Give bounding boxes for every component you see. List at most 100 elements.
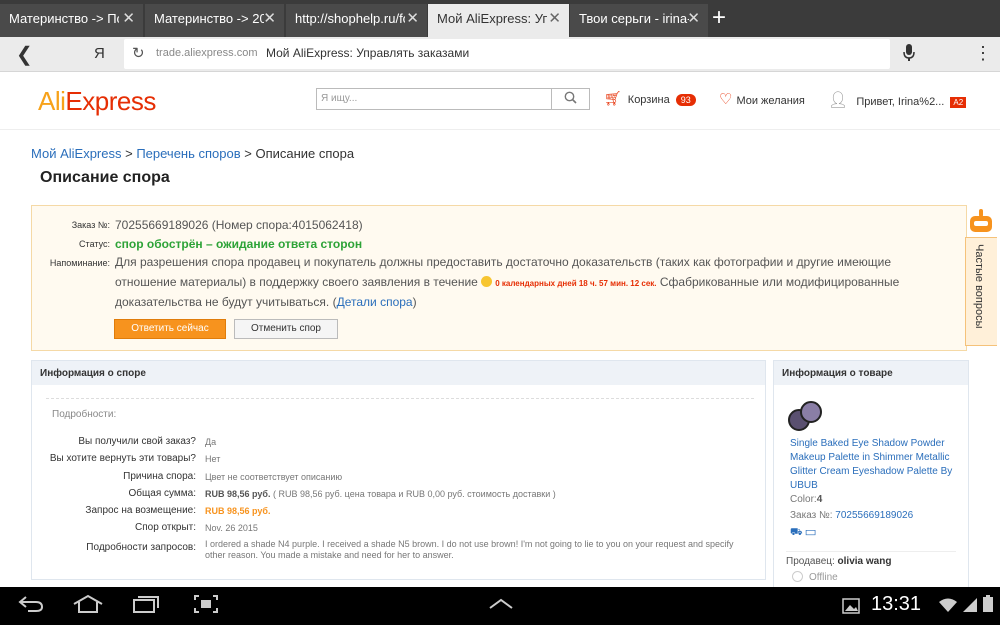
signal-icon [962, 596, 978, 619]
user-menu[interactable]: 👤︎ Привет, Irina%2... A2 [828, 90, 967, 110]
detail-key: Общая сумма: [128, 488, 196, 499]
microphone-icon[interactable] [903, 44, 915, 67]
android-nav-bar: 13:31 [0, 587, 1000, 625]
reminder-label: Напоминание: [49, 258, 110, 268]
address-bar: ❮ Я ↻ trade.aliexpress.com Мой AliExpres… [0, 37, 1000, 72]
tab-label: Материнство -> Поку [9, 11, 119, 26]
wishlist-label: Мои желания [736, 95, 805, 107]
faq-side-tab[interactable]: Частые вопросы [965, 237, 997, 346]
assistant-robot-icon[interactable] [966, 208, 996, 236]
browser-tab-bar: Материнство -> Поку ✕ Материнство -> 201… [0, 0, 1000, 37]
home-icon[interactable] [72, 594, 104, 620]
faq-label: Частые вопросы [973, 244, 985, 329]
cart-label: Корзина [627, 94, 670, 106]
dispute-summary-box: Заказ №: 70255669189026 (Номер спора:401… [31, 205, 967, 351]
countdown-timer: 0 календарных дней 18 ч. 57 мин. 12 сек. [481, 275, 657, 288]
search-button[interactable] [551, 88, 590, 110]
user-icon: 👤︎ [828, 92, 849, 109]
browser-tab[interactable]: http://shophelp.ru/for ✕ [286, 4, 427, 37]
seller-info: Продавец: olivia wang [786, 551, 956, 567]
product-info-panel: Информация о товаре Single Baked Eye Sha… [773, 360, 969, 590]
product-actions: ⛟ ▭ [790, 527, 816, 540]
close-icon[interactable]: ✕ [122, 4, 135, 34]
detail-value: RUB 98,56 руб. ( RUB 98,56 руб. цена тов… [205, 489, 556, 499]
detail-key: Подробности запросов: [86, 542, 196, 553]
user-badge: A2 [950, 97, 967, 108]
product-name-link[interactable]: Single Baked Eye Shadow Powder Makeup Pa… [790, 437, 962, 493]
back-arrow-icon[interactable]: ❮ [16, 42, 33, 67]
answer-now-button[interactable]: Ответить сейчас [114, 319, 226, 339]
total-breakdown: ( RUB 98,56 руб. цена товара и RUB 0,00 … [272, 489, 556, 499]
reminder-text-part: ) [412, 295, 417, 309]
order-number-link[interactable]: 70255669189026 [835, 510, 913, 521]
details-title: Подробности: [52, 409, 117, 420]
product-order: Заказ №: 70255669189026 [790, 510, 913, 521]
tab-label: Твои серьги - irina-2 [579, 11, 689, 26]
url-text: trade.aliexpress.com [156, 47, 258, 59]
breadcrumb-disputes-list[interactable]: Перечень споров [136, 146, 240, 161]
seller-name[interactable]: olivia wang [838, 556, 892, 567]
color-value: 4 [816, 494, 823, 505]
user-greeting: Привет, Irina%2... [856, 96, 945, 108]
dispute-info-heading: Информация о споре [32, 361, 765, 385]
receipt-icon[interactable]: ▭ [805, 527, 815, 538]
cart-link[interactable]: 🛒︎ Корзина 93 [604, 90, 696, 107]
menu-icon[interactable]: ⋮ [974, 43, 992, 64]
search-icon [564, 91, 577, 107]
close-icon[interactable]: ✕ [548, 4, 561, 34]
detail-key: Вы получили свой заказ? [78, 436, 196, 447]
breadcrumb: Мой AliExpress > Перечень споров > Описа… [31, 146, 354, 161]
new-tab-icon[interactable]: + [712, 3, 726, 33]
url-field[interactable]: ↻ trade.aliexpress.com Мой AliExpress: У… [124, 39, 890, 69]
browser-tab-active[interactable]: Мой AliExpress: Упра ✕ [428, 4, 569, 37]
close-icon[interactable]: ✕ [406, 4, 419, 34]
color-label: Color: [790, 494, 817, 505]
product-color: Color:4 [790, 494, 822, 505]
dispute-details-link[interactable]: Детали спора [337, 295, 413, 309]
detail-value: Нет [205, 454, 221, 464]
status-clock: 13:31 [871, 593, 922, 615]
yandex-logo[interactable]: Я [94, 45, 105, 62]
logo-part-express: Express [65, 86, 156, 116]
gallery-icon[interactable] [842, 597, 860, 620]
browser-tab[interactable]: Материнство -> 2014 ✕ [145, 4, 284, 37]
screenshot-icon[interactable] [193, 594, 219, 620]
recent-apps-icon[interactable] [132, 594, 160, 620]
search-input[interactable]: Я ищу... [316, 88, 552, 110]
total-amount: RUB 98,56 руб. [205, 489, 271, 499]
detail-key: Запрос на возмещение: [85, 505, 196, 516]
dispute-info-panel: Информация о споре Подробности: Вы получ… [31, 360, 766, 580]
chevron-up-icon[interactable] [488, 594, 514, 620]
seller-status: Offline [792, 571, 838, 583]
detail-value: Nov. 26 2015 [205, 523, 258, 533]
detail-key: Причина спора: [123, 471, 196, 482]
breadcrumb-current: Описание спора [255, 146, 355, 161]
wishlist-link[interactable]: ♡ Мои желания [719, 90, 805, 108]
back-icon[interactable] [18, 594, 44, 620]
detail-value: Да [205, 437, 217, 447]
url-page-title: Мой AliExpress: Управлять заказами [266, 46, 470, 60]
detail-value: Цвет не соответствует описанию [205, 472, 343, 482]
request-details: I ordered a shade N4 purple. I received … [205, 539, 734, 560]
seller-label: Продавец: [786, 556, 835, 567]
cart-icon: 🛒︎ [604, 90, 622, 106]
cancel-dispute-button[interactable]: Отменить спор [234, 319, 338, 339]
truck-icon[interactable]: ⛟ [790, 527, 803, 538]
product-thumbnail[interactable] [786, 399, 824, 433]
product-info-heading: Информация о товаре [774, 361, 968, 385]
breadcrumb-my-aliexpress[interactable]: Мой AliExpress [31, 146, 122, 161]
reload-icon[interactable]: ↻ [132, 44, 145, 62]
battery-icon [982, 595, 994, 619]
breadcrumb-separator: > [121, 146, 137, 161]
aliexpress-logo[interactable]: AliExpress [38, 86, 156, 117]
close-icon[interactable]: ✕ [263, 4, 276, 34]
clock-icon [481, 275, 493, 287]
browser-tab[interactable]: Твои серьги - irina-2 ✕ [570, 4, 708, 37]
logo-part-ali: Ali [38, 86, 66, 116]
order-value: 70255669189026 (Номер спора:4015062418) [115, 218, 363, 232]
status-dot-icon [792, 571, 803, 582]
close-icon[interactable]: ✕ [687, 4, 700, 34]
tab-label: Материнство -> 2014 [154, 11, 264, 26]
browser-tab[interactable]: Материнство -> Поку ✕ [0, 4, 143, 37]
status-value: спор обострён – ожидание ответа сторон [115, 237, 363, 251]
